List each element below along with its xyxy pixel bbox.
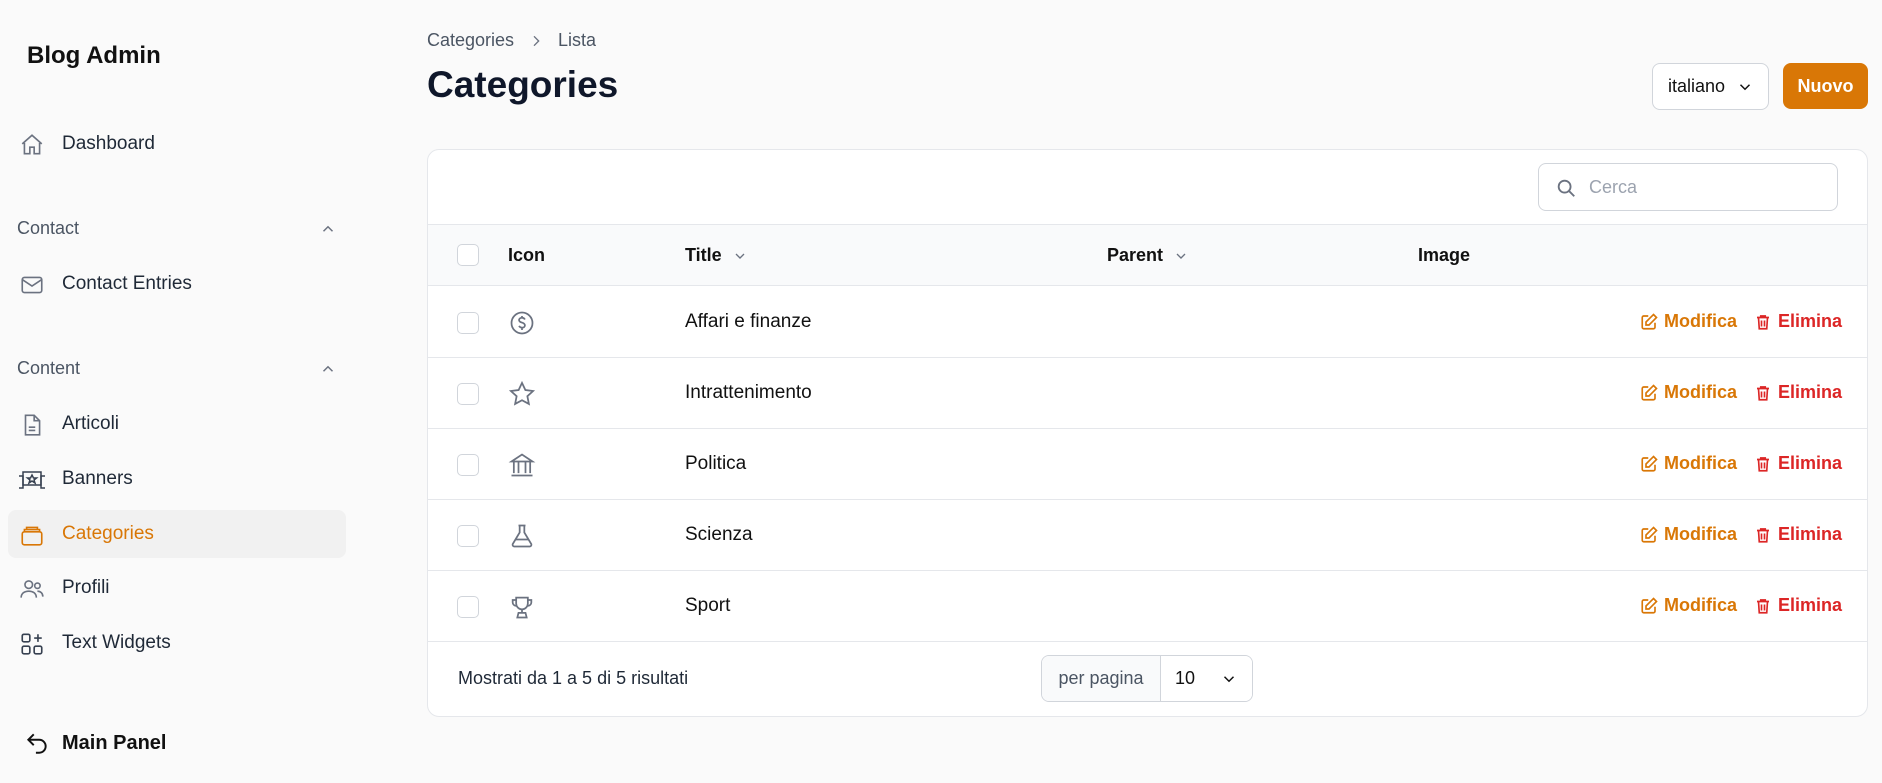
sidebar-item-articoli[interactable]: Articoli bbox=[8, 400, 346, 448]
chevron-down-icon bbox=[1739, 84, 1751, 91]
beaker-icon bbox=[508, 522, 536, 550]
edit-button[interactable]: Modifica bbox=[1640, 382, 1737, 403]
per-page-select[interactable]: per pagina 10 bbox=[1041, 655, 1253, 702]
trash-icon bbox=[1754, 526, 1772, 544]
chevron-down-icon bbox=[1176, 253, 1186, 259]
sidebar-item-dashboard[interactable]: Dashboard bbox=[8, 120, 346, 168]
select-all-checkbox[interactable] bbox=[457, 244, 479, 266]
users-icon bbox=[18, 575, 46, 603]
pencil-square-icon bbox=[1640, 383, 1658, 402]
breadcrumb: Categories Lista bbox=[427, 30, 596, 51]
sidebar-item-contact-entries[interactable]: Contact Entries bbox=[8, 260, 346, 308]
table-card: Icon Title Parent Image Affari e finanze… bbox=[427, 149, 1868, 717]
new-button[interactable]: Nuovo bbox=[1783, 63, 1868, 109]
per-page-value-select[interactable]: 10 bbox=[1161, 656, 1252, 701]
sidebar-group-content[interactable]: Content bbox=[17, 358, 337, 379]
sidebar-item-label: Categories bbox=[62, 523, 154, 544]
currency-dollar-icon bbox=[508, 309, 536, 337]
pencil-square-icon bbox=[1640, 525, 1658, 544]
sidebar-item-label: Banners bbox=[62, 468, 133, 489]
sidebar-item-label: Text Widgets bbox=[62, 632, 171, 653]
search-icon bbox=[1555, 177, 1577, 199]
table-row: Affari e finanze Modifica Elimina bbox=[428, 287, 1867, 358]
row-title[interactable]: Sport bbox=[685, 595, 730, 617]
chevron-down-icon bbox=[735, 253, 745, 259]
building-library-icon bbox=[508, 451, 536, 479]
sidebar-item-text-widgets[interactable]: Text Widgets bbox=[8, 619, 346, 667]
sidebar-item-label: Articoli bbox=[62, 413, 120, 434]
row-checkbox[interactable] bbox=[457, 596, 479, 618]
brand-title: Blog Admin bbox=[27, 42, 161, 69]
per-page-label: per pagina bbox=[1042, 656, 1161, 701]
pencil-square-icon bbox=[1640, 596, 1658, 615]
row-title[interactable]: Scienza bbox=[685, 524, 753, 546]
delete-button[interactable]: Elimina bbox=[1754, 595, 1842, 616]
delete-button[interactable]: Elimina bbox=[1754, 382, 1842, 403]
pencil-square-icon bbox=[1640, 454, 1658, 473]
breadcrumb-item-lista: Lista bbox=[558, 30, 597, 50]
delete-button[interactable]: Elimina bbox=[1754, 311, 1842, 332]
table-header: Icon Title Parent Image bbox=[428, 224, 1867, 286]
group-label: Contact bbox=[17, 218, 80, 238]
row-checkbox[interactable] bbox=[457, 525, 479, 547]
sidebar-item-categories[interactable]: Categories bbox=[8, 510, 346, 558]
search-box[interactable] bbox=[1538, 163, 1838, 211]
table-row: Sport Modifica Elimina bbox=[428, 571, 1867, 642]
row-checkbox[interactable] bbox=[457, 312, 479, 334]
row-checkbox[interactable] bbox=[457, 383, 479, 405]
sidebar-item-banners[interactable]: Banners bbox=[8, 455, 346, 503]
delete-button[interactable]: Elimina bbox=[1754, 524, 1842, 545]
column-header-icon: Icon bbox=[508, 245, 546, 265]
page-title: Categories bbox=[427, 64, 619, 105]
chevron-down-icon bbox=[1223, 676, 1235, 683]
column-header-image: Image bbox=[1418, 245, 1471, 265]
chevron-right-icon bbox=[528, 33, 544, 49]
trash-icon bbox=[1754, 455, 1772, 473]
arrow-uturn-left-icon bbox=[24, 730, 50, 756]
pagination-summary: Mostrati da 1 a 5 di 5 risultati bbox=[458, 668, 689, 688]
trash-icon bbox=[1754, 313, 1772, 331]
edit-button[interactable]: Modifica bbox=[1640, 524, 1737, 545]
row-title[interactable]: Intrattenimento bbox=[685, 382, 812, 404]
language-select[interactable]: italiano bbox=[1652, 63, 1769, 110]
sidebar-item-profili[interactable]: Profili bbox=[8, 564, 346, 612]
group-label: Content bbox=[17, 358, 81, 378]
rectangle-stack-icon bbox=[18, 521, 46, 549]
chevron-up-icon bbox=[322, 225, 334, 232]
pencil-square-icon bbox=[1640, 312, 1658, 331]
language-value: italiano bbox=[1668, 76, 1726, 96]
row-checkbox[interactable] bbox=[457, 454, 479, 476]
star-icon bbox=[508, 380, 536, 408]
row-title[interactable]: Affari e finanze bbox=[685, 311, 811, 333]
banner-star-icon bbox=[18, 466, 46, 494]
delete-button[interactable]: Elimina bbox=[1754, 453, 1842, 474]
breadcrumb-item-categories[interactable]: Categories bbox=[427, 30, 514, 51]
home-icon bbox=[18, 131, 46, 159]
sidebar-group-contact[interactable]: Contact bbox=[17, 218, 337, 239]
per-page-value: 10 bbox=[1175, 668, 1196, 688]
column-header-title[interactable]: Title bbox=[685, 245, 748, 266]
sidebar-item-label: Contact Entries bbox=[62, 273, 192, 294]
row-title[interactable]: Politica bbox=[685, 453, 746, 475]
trophy-icon bbox=[508, 593, 536, 621]
trash-icon bbox=[1754, 384, 1772, 402]
table-row: Politica Modifica Elimina bbox=[428, 429, 1867, 500]
envelope-icon bbox=[18, 271, 46, 299]
document-icon bbox=[18, 411, 46, 439]
trash-icon bbox=[1754, 597, 1772, 615]
edit-button[interactable]: Modifica bbox=[1640, 453, 1737, 474]
edit-button[interactable]: Modifica bbox=[1640, 311, 1737, 332]
squares-plus-icon bbox=[18, 630, 46, 658]
column-header-parent[interactable]: Parent bbox=[1107, 245, 1189, 266]
search-input[interactable] bbox=[1589, 164, 1829, 210]
table-row: Scienza Modifica Elimina bbox=[428, 500, 1867, 571]
edit-button[interactable]: Modifica bbox=[1640, 595, 1737, 616]
main-panel-label: Main Panel bbox=[62, 731, 167, 754]
sidebar-item-label: Profili bbox=[62, 577, 110, 598]
sidebar: Blog Admin Dashboard Contact Contact Ent… bbox=[0, 0, 350, 783]
sidebar-item-label: Dashboard bbox=[62, 133, 155, 154]
table-row: Intrattenimento Modifica Elimina bbox=[428, 358, 1867, 429]
main-panel-link[interactable]: Main Panel bbox=[24, 730, 166, 756]
chevron-up-icon bbox=[322, 365, 334, 372]
